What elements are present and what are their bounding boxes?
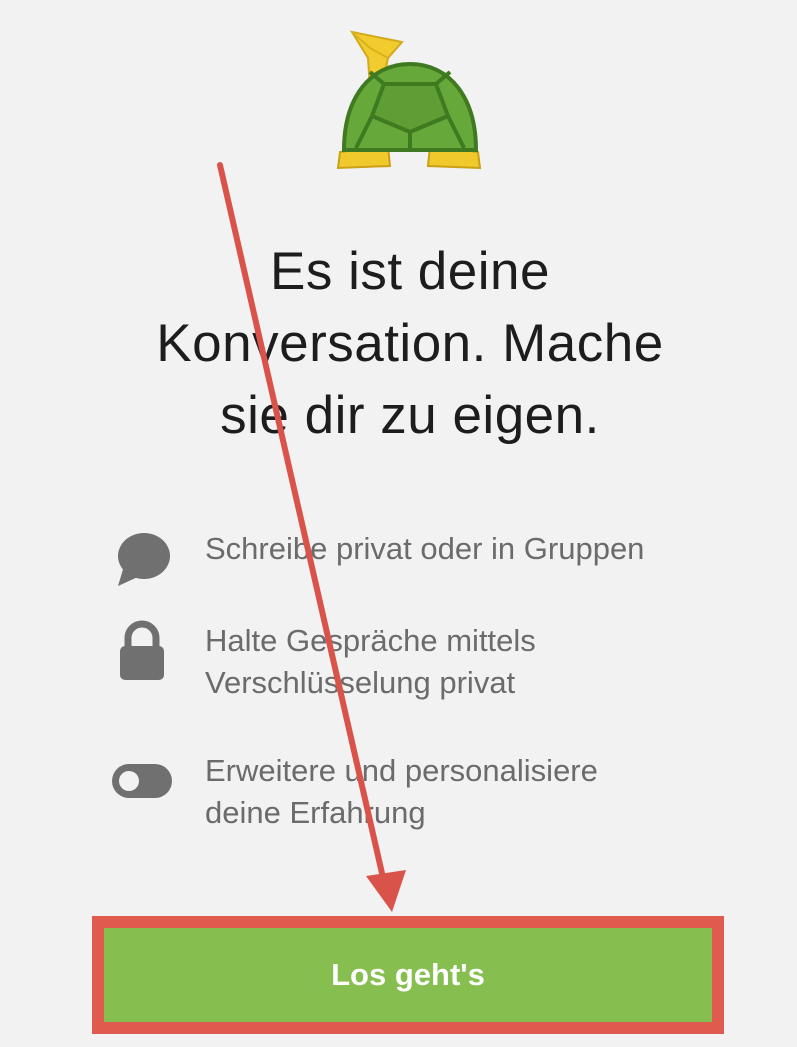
feature-line-1: Erweitere und personalisiere	[205, 753, 598, 788]
cta-highlight: Los geht's	[92, 916, 724, 1034]
feature-text: Erweitere und personalisiere deine Erfah…	[205, 750, 725, 834]
feature-line-2: Verschlüsselung privat	[205, 665, 516, 700]
feature-line-2: deine Erfahrung	[205, 795, 426, 830]
headline-line-2: Konversation. Mache	[156, 314, 664, 373]
turtle-horn-icon	[336, 30, 482, 170]
feature-text: Halte Gespräche mittels Verschlüsselung …	[205, 620, 725, 704]
get-started-button[interactable]: Los geht's	[104, 928, 712, 1022]
feature-item-private-groups: Schreibe privat oder in Gruppen	[110, 528, 750, 608]
feature-item-personalize: Erweitere und personalisiere deine Erfah…	[110, 750, 750, 830]
welcome-screen: Es ist deine Konversation. Mache sie dir…	[0, 0, 797, 1047]
chat-bubble-icon	[118, 533, 170, 586]
feature-line-1: Halte Gespräche mittels	[205, 623, 536, 658]
toggle-icon	[112, 764, 172, 798]
headline-line-3: sie dir zu eigen.	[220, 386, 600, 445]
feature-line-1: Schreibe privat oder in Gruppen	[205, 531, 645, 566]
lock-icon	[120, 620, 164, 680]
feature-text: Schreibe privat oder in Gruppen	[205, 528, 725, 570]
feature-item-encryption: Halte Gespräche mittels Verschlüsselung …	[110, 620, 750, 700]
headline: Es ist deine Konversation. Mache sie dir…	[60, 236, 760, 452]
headline-line-1: Es ist deine	[270, 242, 550, 301]
